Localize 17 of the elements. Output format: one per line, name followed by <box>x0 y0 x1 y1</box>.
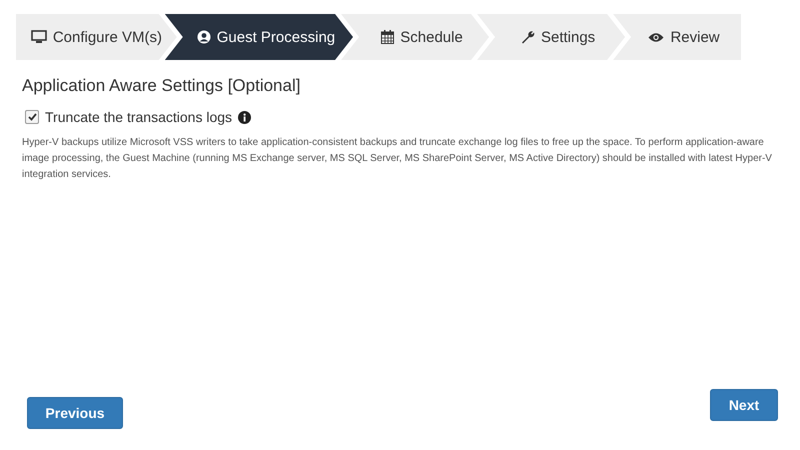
next-button[interactable]: Next <box>710 389 778 421</box>
info-icon <box>238 110 252 124</box>
eye-icon <box>648 32 664 42</box>
calendar-icon <box>381 30 394 44</box>
previous-button[interactable]: Previous <box>27 397 123 429</box>
monitor-icon <box>30 30 47 44</box>
wizard-step[interactable]: Guest Processing <box>164 14 354 60</box>
user-icon <box>196 30 211 44</box>
wizard-step[interactable]: Configure VM(s) <box>16 14 177 60</box>
section-title: Application Aware Settings [Optional] <box>22 76 302 96</box>
checkbox-label: Truncate the transactions logs <box>45 109 232 125</box>
wizard-step[interactable]: Settings <box>477 14 626 60</box>
checkbox[interactable] <box>25 110 39 124</box>
description-text: Hyper-V backups utilize Microsoft VSS writers to take application-consistent backups and truncate exchange log files to free up the space. To perform application-aware image processing, the Guest Machine (running MS Exchange server, MS SQL Server, MS SharePoint Server, MS Active Directory) should be installed with latest Hyper-V integration services. <box>22 136 773 182</box>
wizard-step[interactable]: Review <box>613 14 741 60</box>
wizard-step[interactable]: Schedule <box>341 14 490 60</box>
wrench-icon <box>520 30 535 44</box>
